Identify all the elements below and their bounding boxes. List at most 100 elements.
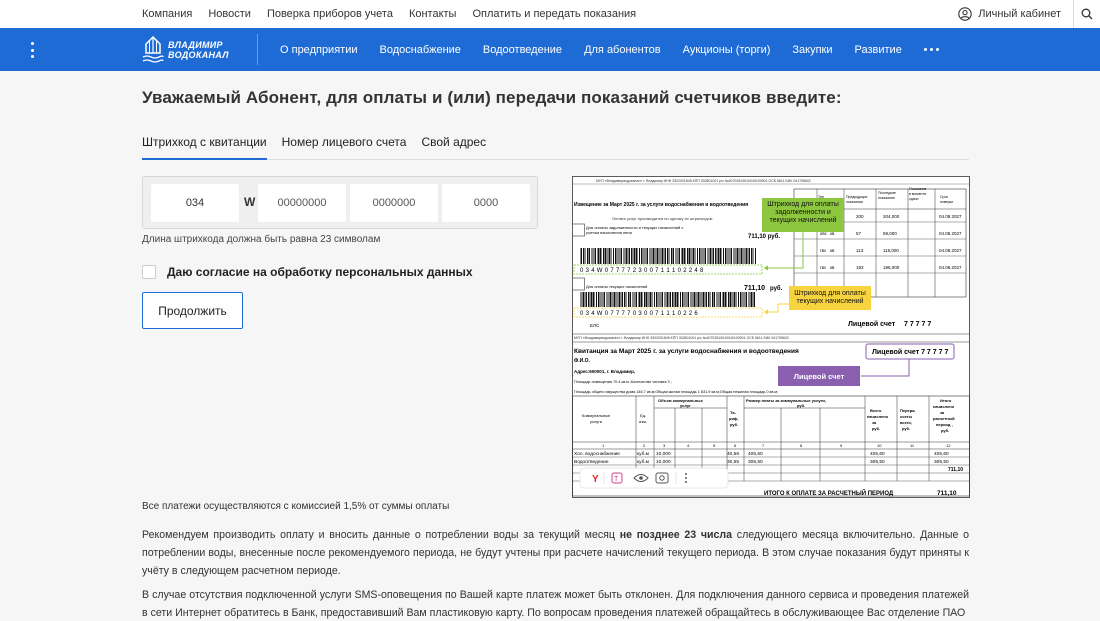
service-cell: 40,56 bbox=[727, 451, 739, 457]
receipt-total-label: ИТОГО К ОПЛАТЕ ЗА РАСЧЕТНЫЙ ПЕРИОД bbox=[764, 489, 894, 497]
consent-checkbox[interactable] bbox=[142, 265, 156, 279]
svg-text:Оплата услуг производится по о: Оплата услуг производится по одному из ш… bbox=[612, 216, 713, 221]
receipt-barcode-digits-2: 0 3 4 W 0 7 7 7 7 0 3 0 0 7 1 1 1 0 2 2 … bbox=[580, 311, 698, 317]
svg-text:начислено: начислено bbox=[867, 414, 889, 419]
svg-text:всего,: всего, bbox=[900, 420, 912, 425]
page-title: Уважаемый Абонент, для оплаты и (или) пе… bbox=[142, 88, 842, 107]
barcode-field-4[interactable]: 0000 bbox=[442, 184, 530, 222]
svg-text:услуги: услуги bbox=[590, 419, 602, 424]
receipt-account-label: Лицевой счет bbox=[848, 320, 896, 328]
barcode-separator: W bbox=[244, 195, 256, 209]
svg-text:Перера-: Перера- bbox=[900, 408, 916, 413]
callout-account-text: Лицевой счет bbox=[794, 372, 845, 381]
yandex-icon[interactable]: Y bbox=[592, 474, 599, 485]
receipt-amount: 711,10 руб. bbox=[748, 233, 780, 240]
nav-item-subscribers[interactable]: Для абонентов bbox=[584, 44, 661, 56]
meter-cell: кв bbox=[830, 265, 835, 270]
svg-text:Последние: Последние bbox=[878, 191, 896, 195]
callout-debt-text: Штрихкод для оплаты задолженности и теку… bbox=[767, 201, 839, 224]
svg-text:расчетный: расчетный bbox=[933, 416, 955, 421]
callout-current-text: Штрихкод для оплаты текущих начислений bbox=[794, 290, 866, 305]
svg-text:МУП «Владимирводоканал» г. Вла: МУП «Владимирводоканал» г. Владимир ИНН … bbox=[596, 179, 811, 183]
svg-text:Площадь общего имущества дома: Площадь общего имущества дома 146.7 кв.м… bbox=[574, 390, 778, 394]
top-link-contacts[interactable]: Контакты bbox=[409, 8, 457, 20]
receipt-total-value: 711,10 bbox=[937, 490, 957, 497]
image-toolbar: Y T bbox=[579, 467, 729, 489]
nav-item-sewerage[interactable]: Водоотведение bbox=[483, 44, 562, 56]
receipt-address: Адрес:600001, г. Владимир, bbox=[574, 369, 635, 374]
meter-cell: 193 bbox=[856, 265, 864, 270]
svg-text:руб.: руб. bbox=[941, 428, 949, 433]
barcode-field-1[interactable]: 034 bbox=[151, 184, 239, 222]
continue-button[interactable]: Продолжить bbox=[142, 292, 243, 329]
svg-text:Всего: Всего bbox=[870, 408, 882, 413]
service-cell: 405,60 bbox=[748, 451, 763, 457]
service-cell: 305,50 bbox=[934, 459, 949, 465]
service-cell: 405,60 bbox=[934, 451, 949, 457]
tab-bar: Штрихкод с квитанции Номер лицевого счет… bbox=[142, 128, 969, 160]
tab-barcode[interactable]: Штрихкод с квитанции bbox=[142, 128, 267, 160]
receipt-sample-image: МУП «Владимирводоканал» г. Владимир ИНН … bbox=[572, 176, 970, 498]
svg-text:10: 10 bbox=[877, 443, 882, 448]
svg-text:Показания: Показания bbox=[909, 187, 926, 191]
svg-text:поверки: поверки bbox=[940, 200, 953, 204]
user-icon bbox=[958, 7, 972, 21]
company-logo[interactable]: ВЛАДИМИР ВОДОКАНАЛ bbox=[142, 33, 230, 67]
barcode-length-hint: Длина штрихкода должна быть равна 23 сим… bbox=[142, 234, 381, 245]
barcode-field-2[interactable]: 00000000 bbox=[258, 184, 346, 222]
barcode-input-group: 034 W 00000000 0000000 0000 bbox=[142, 176, 538, 229]
receipt-fio: Ф.И.О. bbox=[574, 358, 591, 364]
nav-items: О предприятии Водоснабжение Водоотведени… bbox=[280, 28, 939, 71]
top-link-company[interactable]: Компания bbox=[142, 8, 192, 20]
nav-item-auctions[interactable]: Аукционы (торги) bbox=[683, 44, 771, 56]
barcode-field-3[interactable]: 0000000 bbox=[350, 184, 438, 222]
service-cell: Водоотведение bbox=[574, 459, 609, 465]
payment-deadline-paragraph: Рекомендуем производить оплату и вносить… bbox=[142, 529, 969, 577]
svg-text:Предыдущие: Предыдущие bbox=[846, 195, 868, 199]
service-cell: 305,50 bbox=[748, 459, 763, 465]
svg-text:руб.: руб. bbox=[872, 426, 880, 431]
svg-text:начислено: начислено bbox=[933, 404, 955, 409]
svg-text:Лицевой счет 7 7 7 7 7: Лицевой счет 7 7 7 7 7 bbox=[872, 348, 948, 356]
svg-text:Размер платы за коммунальные у: Размер платы за коммунальные услуги, bbox=[746, 398, 826, 403]
svg-text:руб.: руб. bbox=[730, 422, 738, 427]
top-link-meter-check[interactable]: Поверка приборов учета bbox=[267, 8, 393, 20]
svg-text:Ед.: Ед. bbox=[640, 413, 646, 418]
meter-cell: 04.08.2027 bbox=[939, 248, 962, 253]
svg-text:Срок: Срок bbox=[940, 195, 948, 199]
nav-item-water-supply[interactable]: Водоснабжение bbox=[379, 44, 460, 56]
top-link-news[interactable]: Новости bbox=[208, 8, 251, 20]
menu-kebab-icon[interactable] bbox=[26, 40, 38, 60]
receipt-els: ЕЛС bbox=[590, 323, 600, 328]
consent-row: Даю согласие на обработку персональных д… bbox=[142, 265, 473, 279]
search-button[interactable] bbox=[1074, 0, 1100, 28]
receipt-notice-title: Извещение за Март 2025 г. за услуги водо… bbox=[574, 201, 748, 208]
deadline-highlight: не позднее 23 числа bbox=[619, 529, 733, 541]
meter-cell: гвс bbox=[820, 248, 827, 253]
svg-text:Коммунальные: Коммунальные bbox=[582, 413, 611, 418]
svg-text:показания: показания bbox=[846, 200, 863, 204]
nav-item-development[interactable]: Развитие bbox=[855, 44, 902, 56]
nav-item-purchases[interactable]: Закупки bbox=[792, 44, 832, 56]
toolbar-more-icon[interactable] bbox=[685, 473, 687, 483]
svg-text:показания: показания bbox=[878, 196, 895, 200]
tab-address[interactable]: Свой адрес bbox=[421, 128, 486, 160]
top-link-pay[interactable]: Оплатить и передать показания bbox=[472, 8, 636, 20]
personal-account-link[interactable]: Личный кабинет bbox=[958, 7, 1073, 21]
nav-more-icon[interactable] bbox=[923, 48, 939, 51]
service-cell: Хол. водоснабжение bbox=[574, 451, 620, 457]
svg-text:711,10: 711,10 bbox=[744, 285, 765, 292]
svg-text:в момента: в момента bbox=[909, 192, 926, 196]
tab-account-number[interactable]: Номер лицевого счета bbox=[282, 128, 407, 160]
nav-divider bbox=[257, 34, 258, 65]
svg-text:руб.: руб. bbox=[902, 426, 910, 431]
meter-cell: 04.08.2027 bbox=[939, 231, 962, 236]
nav-item-about[interactable]: О предприятии bbox=[280, 44, 357, 56]
svg-text:Для оплаты текущих начислений: Для оплаты текущих начислений bbox=[586, 284, 647, 289]
svg-text:счеты: счеты bbox=[900, 414, 913, 419]
meter-cell: 115,000 bbox=[883, 248, 899, 253]
top-bar-right: Личный кабинет bbox=[958, 0, 1100, 28]
svg-text:Та-: Та- bbox=[730, 410, 737, 415]
svg-text:сдачи: сдачи bbox=[909, 197, 918, 201]
logo-text: ВЛАДИМИР ВОДОКАНАЛ bbox=[168, 40, 229, 60]
